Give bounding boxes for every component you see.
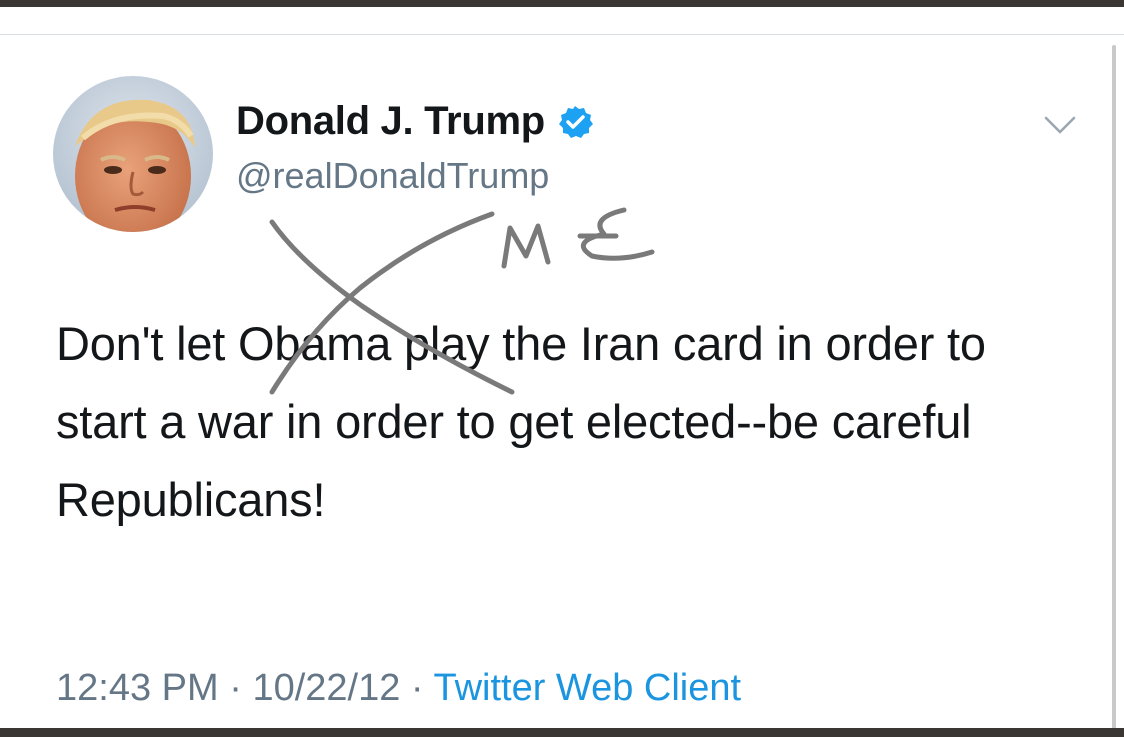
verified-badge-icon	[557, 104, 593, 140]
meta-separator: ·	[410, 667, 424, 709]
handle[interactable]: @realDonaldTrump	[236, 155, 549, 197]
top-divider	[0, 34, 1124, 35]
tweet-date[interactable]: 10/22/12	[252, 667, 400, 709]
meta-separator: ·	[229, 667, 242, 709]
tweet-time[interactable]: 12:43 PM	[56, 667, 219, 709]
scrollbar[interactable]	[1112, 45, 1116, 731]
tweet-text: Don't let Obama play the Iran card in or…	[56, 317, 986, 526]
tweet-meta: 12:43 PM · 10/22/12 · Twitter Web Client	[56, 667, 741, 710]
display-name[interactable]: Donald J. Trump	[236, 99, 545, 144]
frame-bottom	[0, 728, 1124, 737]
frame-top	[0, 0, 1124, 7]
tweet-card: Donald J. Trump @realDonaldTrump Don't l…	[0, 7, 1124, 731]
author-row: Donald J. Trump	[236, 99, 593, 144]
tweet-client-link[interactable]: Twitter Web Client	[433, 667, 741, 709]
chevron-down-icon[interactable]	[1044, 115, 1076, 135]
avatar[interactable]	[53, 76, 213, 232]
